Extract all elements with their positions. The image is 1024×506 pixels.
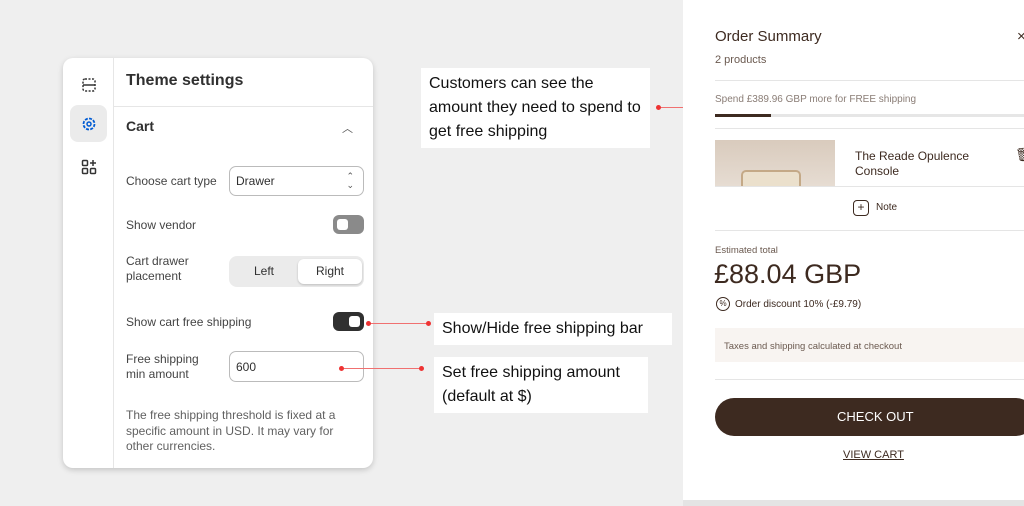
product-count: 2 products [715, 54, 767, 66]
cart-type-select[interactable]: Drawer ⌃ ⌄ [229, 166, 364, 196]
theme-settings-panel: Theme settings Cart ︿ Choose cart type D… [63, 58, 373, 468]
trash-icon[interactable]: 🗑 [1015, 147, 1024, 163]
sidebar-rail [63, 58, 114, 468]
connector-dot [366, 321, 371, 326]
note-button[interactable]: Note [876, 202, 897, 213]
sections-icon[interactable] [70, 66, 107, 103]
taxes-note: Taxes and shipping calculated at checkou… [715, 328, 1024, 362]
page-title: Theme settings [114, 58, 373, 107]
min-amount-label: Free shipping min amount [126, 352, 199, 381]
section-title: Cart [126, 118, 155, 134]
connector-dot [426, 321, 431, 326]
placement-segmented: Left Right [229, 256, 364, 287]
callout-amount: Set free shipping amount (default at $) [434, 357, 648, 413]
placement-right[interactable]: Right [298, 259, 362, 284]
settings-gear-icon[interactable] [70, 105, 107, 142]
cart-drawer: Order Summary × 2 products Spend £389.96… [683, 0, 1024, 500]
connector-dot [419, 366, 424, 371]
chevron-up-icon[interactable]: ︿ [342, 120, 353, 136]
connector [341, 368, 421, 369]
apps-add-icon[interactable] [70, 148, 107, 185]
drawer-title: Order Summary [715, 28, 822, 45]
note-add-icon[interactable]: + [853, 200, 869, 216]
connector [368, 323, 428, 324]
connector-dot [656, 105, 661, 110]
free-shipping-label: Show cart free shipping [126, 315, 252, 329]
estimated-label: Estimated total [715, 245, 778, 256]
checkout-button[interactable]: CHECK OUT [715, 398, 1024, 436]
show-vendor-toggle[interactable] [333, 215, 364, 234]
taxes-text: Taxes and shipping calculated at checkou… [724, 341, 902, 352]
connector-dot [339, 366, 344, 371]
close-icon[interactable]: × [1017, 28, 1024, 45]
placement-left[interactable]: Left [232, 259, 296, 284]
discount-text: Order discount 10% (-£9.79) [735, 299, 862, 310]
cart-type-label: Choose cart type [126, 174, 217, 188]
shipping-message: Spend £389.96 GBP more for FREE shipping [715, 94, 917, 105]
product-name[interactable]: The Reade Opulence Console [855, 149, 995, 179]
callout-toggle: Show/Hide free shipping bar [434, 313, 672, 345]
estimated-total: £88.04 GBP [714, 259, 862, 289]
cart-type-value: Drawer [236, 174, 275, 188]
shipping-progress [715, 114, 1024, 117]
product-image[interactable] [715, 140, 835, 186]
chevron-updown-icon: ⌃ ⌄ [346, 171, 354, 190]
callout-progress: Customers can see the amount they need t… [421, 68, 650, 148]
discount-icon: % [716, 297, 730, 311]
placement-label: Cart drawer placement [126, 254, 189, 283]
show-vendor-label: Show vendor [126, 218, 197, 232]
free-shipping-toggle[interactable] [333, 312, 364, 331]
help-text: The free shipping threshold is fixed at … [126, 408, 336, 453]
drawer-footer-edge [683, 500, 1024, 506]
view-cart-link[interactable]: VIEW CART [843, 449, 904, 461]
